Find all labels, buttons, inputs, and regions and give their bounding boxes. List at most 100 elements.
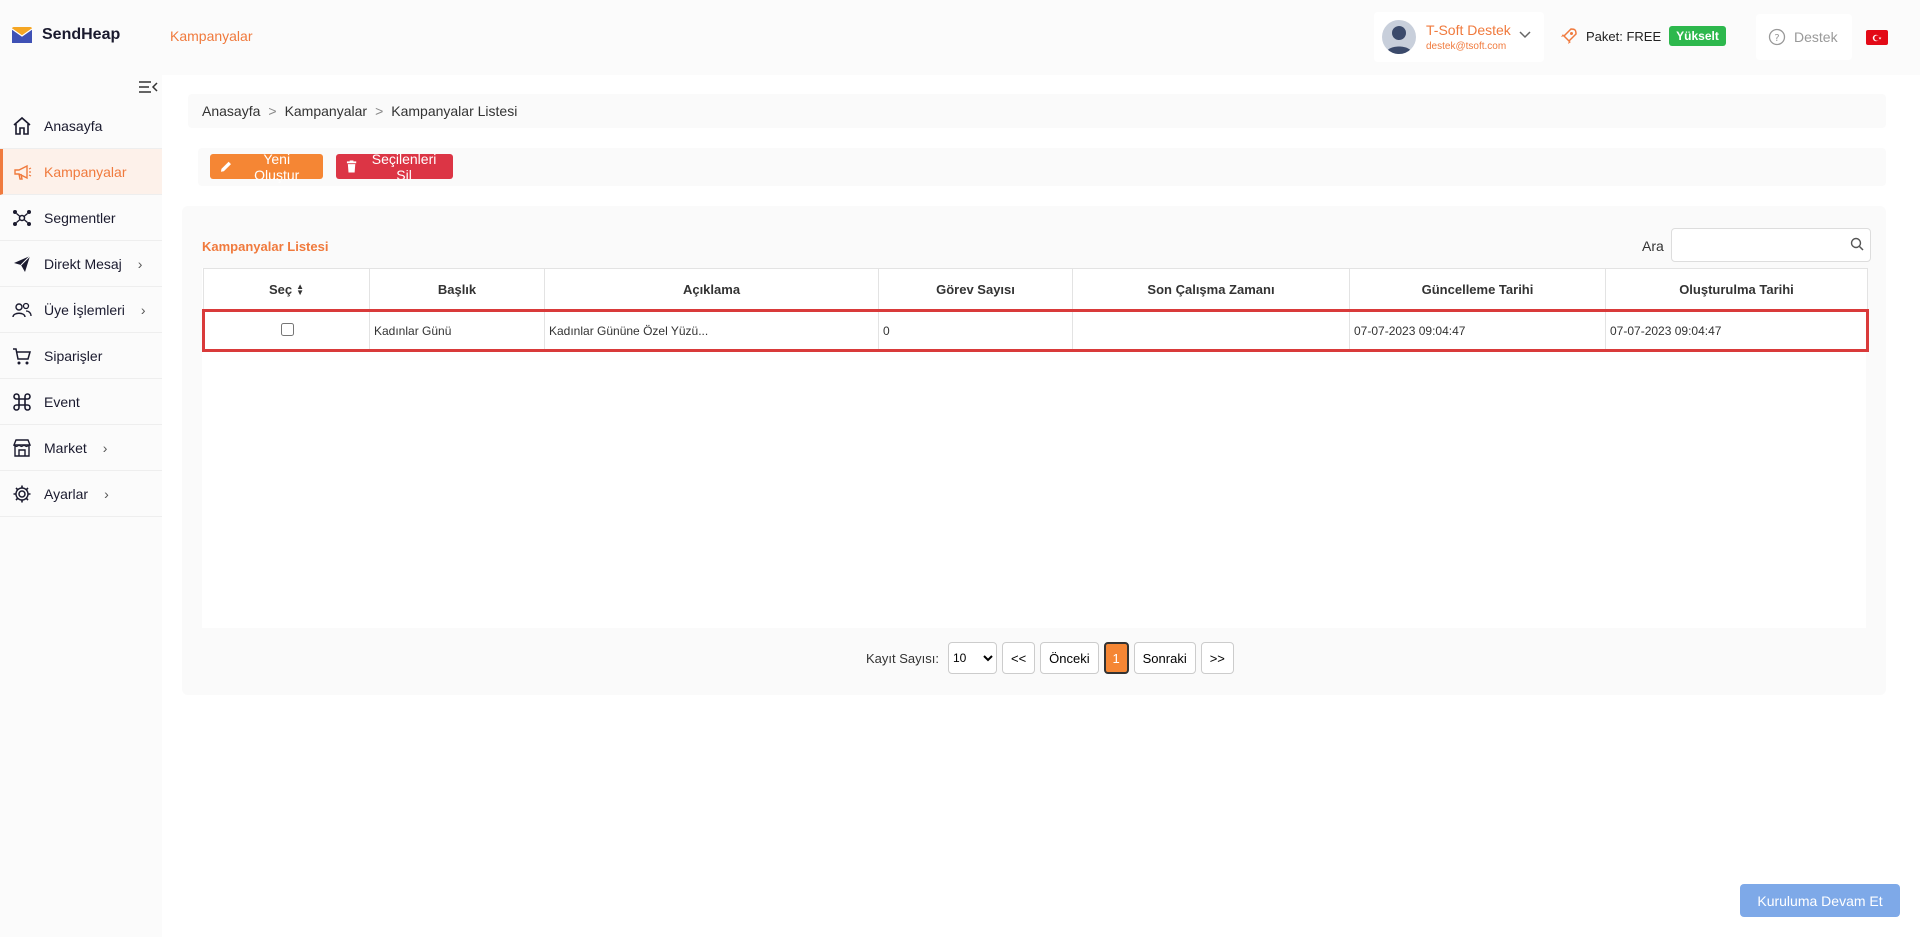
cell-title: Kadınlar Günü (369, 309, 545, 352)
sidebar-item-direkt-mesaj[interactable]: Direkt Mesaj › (0, 241, 162, 287)
support-label: Destek (1794, 29, 1838, 45)
sidebar-item-label: Üye İşlemleri (44, 301, 125, 318)
column-header-updated: Güncelleme Tarihi (1349, 268, 1606, 311)
search-label: Ara (1642, 238, 1664, 254)
chevron-right-icon: › (137, 255, 143, 272)
cell-description: Kadınlar Gününe Özel Yüzü... (544, 309, 879, 352)
sidebar-nav: Anasayfa Kampanyalar Segmentler Direkt M… (0, 103, 162, 517)
search-icon[interactable] (1850, 237, 1864, 251)
sidebar-item-kampanyalar[interactable]: Kampanyalar (0, 149, 162, 195)
new-campaign-label: Yeni Oluştur (254, 150, 300, 183)
page-size-select[interactable]: 10 (947, 642, 997, 674)
campaign-table: Seç ▲ ▼ Başlık Açıklama Görev Sayısı Son Ç… (202, 268, 1869, 352)
column-header-last-run: Son Çalışma Zamanı (1072, 268, 1350, 311)
upgrade-button[interactable]: Yükselt (1669, 26, 1726, 46)
column-header-description: Açıklama (544, 268, 879, 311)
support-button[interactable]: ? Destek (1756, 14, 1852, 60)
sidebar-item-event[interactable]: Event (0, 379, 162, 425)
app-logo[interactable]: SendHeap (12, 26, 120, 44)
logo-icon (12, 27, 32, 43)
cell-updated: 07-07-2023 09:04:47 (1349, 309, 1606, 352)
cell-created: 07-07-2023 09:04:47 (1605, 309, 1869, 352)
sidebar-item-label: Direkt Mesaj (44, 255, 122, 272)
cell-task-count: 0 (878, 309, 1073, 352)
sort-icon[interactable]: ▲ ▼ (296, 283, 304, 297)
next-page-button[interactable]: Sonraki (1133, 642, 1196, 674)
sidebar-item-label: Ayarlar (44, 485, 89, 502)
home-icon (13, 116, 31, 135)
language-flag-icon[interactable] (1866, 30, 1888, 45)
breadcrumb-item-campaigns[interactable]: Kampanyalar (285, 103, 368, 119)
package-info: Paket: FREE Yükselt (1560, 26, 1726, 46)
users-icon (12, 302, 32, 317)
user-menu[interactable]: T-Soft Destek destek@tsoft.com (1374, 12, 1544, 62)
breadcrumb-separator: > (268, 103, 277, 119)
chevron-down-icon[interactable] (1518, 30, 1532, 40)
sidebar-collapse-icon[interactable] (138, 79, 158, 95)
gear-icon (13, 485, 31, 502)
first-page-button[interactable]: << (1001, 642, 1036, 674)
sidebar-item-market[interactable]: Market › (0, 425, 162, 471)
breadcrumb: Anasayfa > Kampanyalar > Kampanyalar Lis… (188, 94, 1886, 128)
pagination: Kayıt Sayısı: 10 << Önceki 1 Sonraki >> (866, 642, 1234, 674)
network-icon (13, 209, 31, 226)
last-page-button[interactable]: >> (1200, 642, 1234, 674)
top-bar: SendHeap Kampanyalar T-Soft Destek deste… (0, 0, 1920, 75)
prev-page-button[interactable]: Önceki (1040, 642, 1099, 674)
search-input[interactable] (1671, 228, 1871, 262)
trash-icon (346, 160, 357, 173)
column-header-task-count: Görev Sayısı (878, 268, 1073, 311)
panel-title: Kampanyalar Listesi (202, 239, 329, 254)
user-name: T-Soft Destek (1426, 22, 1511, 38)
current-page-button[interactable]: 1 (1103, 642, 1129, 674)
sidebar-item-label: Anasayfa (44, 117, 103, 134)
app-name: SendHeap (42, 26, 121, 43)
svg-text:?: ? (1774, 33, 1779, 44)
action-bar: Yeni Oluştur Seçilenleri Sil (198, 148, 1886, 186)
sidebar-item-segmentler[interactable]: Segmentler (0, 195, 162, 241)
table-row[interactable]: Kadınlar Günü Kadınlar Gününe Özel Yüzü.… (202, 309, 1869, 352)
breadcrumb-item-current: Kampanyalar Listesi (391, 103, 518, 119)
cart-icon (13, 347, 31, 364)
store-icon (12, 438, 32, 457)
sidebar: Anasayfa Kampanyalar Segmentler Direkt M… (0, 75, 162, 937)
page-heading: Kampanyalar (170, 28, 253, 44)
megaphone-icon (14, 164, 32, 180)
help-icon: ? (1768, 28, 1786, 46)
delete-selected-button[interactable]: Seçilenleri Sil (336, 151, 453, 183)
sidebar-item-uye-islemleri[interactable]: Üye İşlemleri › (0, 287, 162, 333)
sidebar-item-label: Event (44, 393, 80, 410)
row-select-cell (202, 309, 370, 352)
cell-last-run (1072, 309, 1350, 352)
user-email: destek@tsoft.com (1426, 41, 1507, 52)
table-header-row: Seç ▲ ▼ Başlık Açıklama Görev Sayısı Son Ç… (203, 268, 1868, 311)
sidebar-item-anasayfa[interactable]: Anasayfa (0, 103, 162, 149)
sidebar-item-label: Market (44, 439, 87, 456)
sidebar-item-label: Siparişler (44, 347, 103, 364)
chevron-right-icon: › (140, 301, 146, 318)
paper-plane-icon (14, 255, 31, 272)
sidebar-item-ayarlar[interactable]: Ayarlar › (0, 471, 162, 517)
rocket-icon (1561, 28, 1577, 44)
delete-selected-label: Seçilenleri Sil (371, 150, 437, 183)
package-label: Paket: FREE (1586, 28, 1662, 44)
column-header-title: Başlık (369, 268, 545, 311)
sidebar-item-siparisler[interactable]: Siparişler (0, 333, 162, 379)
pencil-icon (220, 161, 232, 172)
breadcrumb-item-home[interactable]: Anasayfa (202, 103, 260, 119)
records-label: Kayıt Sayısı: (866, 650, 939, 666)
breadcrumb-separator: > (375, 103, 384, 119)
sidebar-item-label: Kampanyalar (44, 163, 127, 180)
chevron-right-icon: › (104, 485, 109, 502)
sidebar-item-label: Segmentler (44, 209, 116, 226)
continue-setup-button[interactable]: Kuruluma Devam Et (1740, 884, 1900, 917)
user-icon (1386, 26, 1412, 54)
new-campaign-button[interactable]: Yeni Oluştur (210, 151, 323, 183)
row-select-checkbox[interactable] (280, 322, 294, 336)
campaign-list-panel: Kampanyalar Listesi Ara Seç ▲ ▼ Başlık Açı… (182, 206, 1886, 695)
avatar (1382, 20, 1416, 54)
column-header-created: Oluşturulma Tarihi (1605, 268, 1868, 311)
campaign-table-container: Seç ▲ ▼ Başlık Açıklama Görev Sayısı Son Ç… (202, 268, 1869, 628)
column-header-select[interactable]: Seç ▲ ▼ (203, 268, 370, 311)
command-icon (13, 392, 31, 411)
